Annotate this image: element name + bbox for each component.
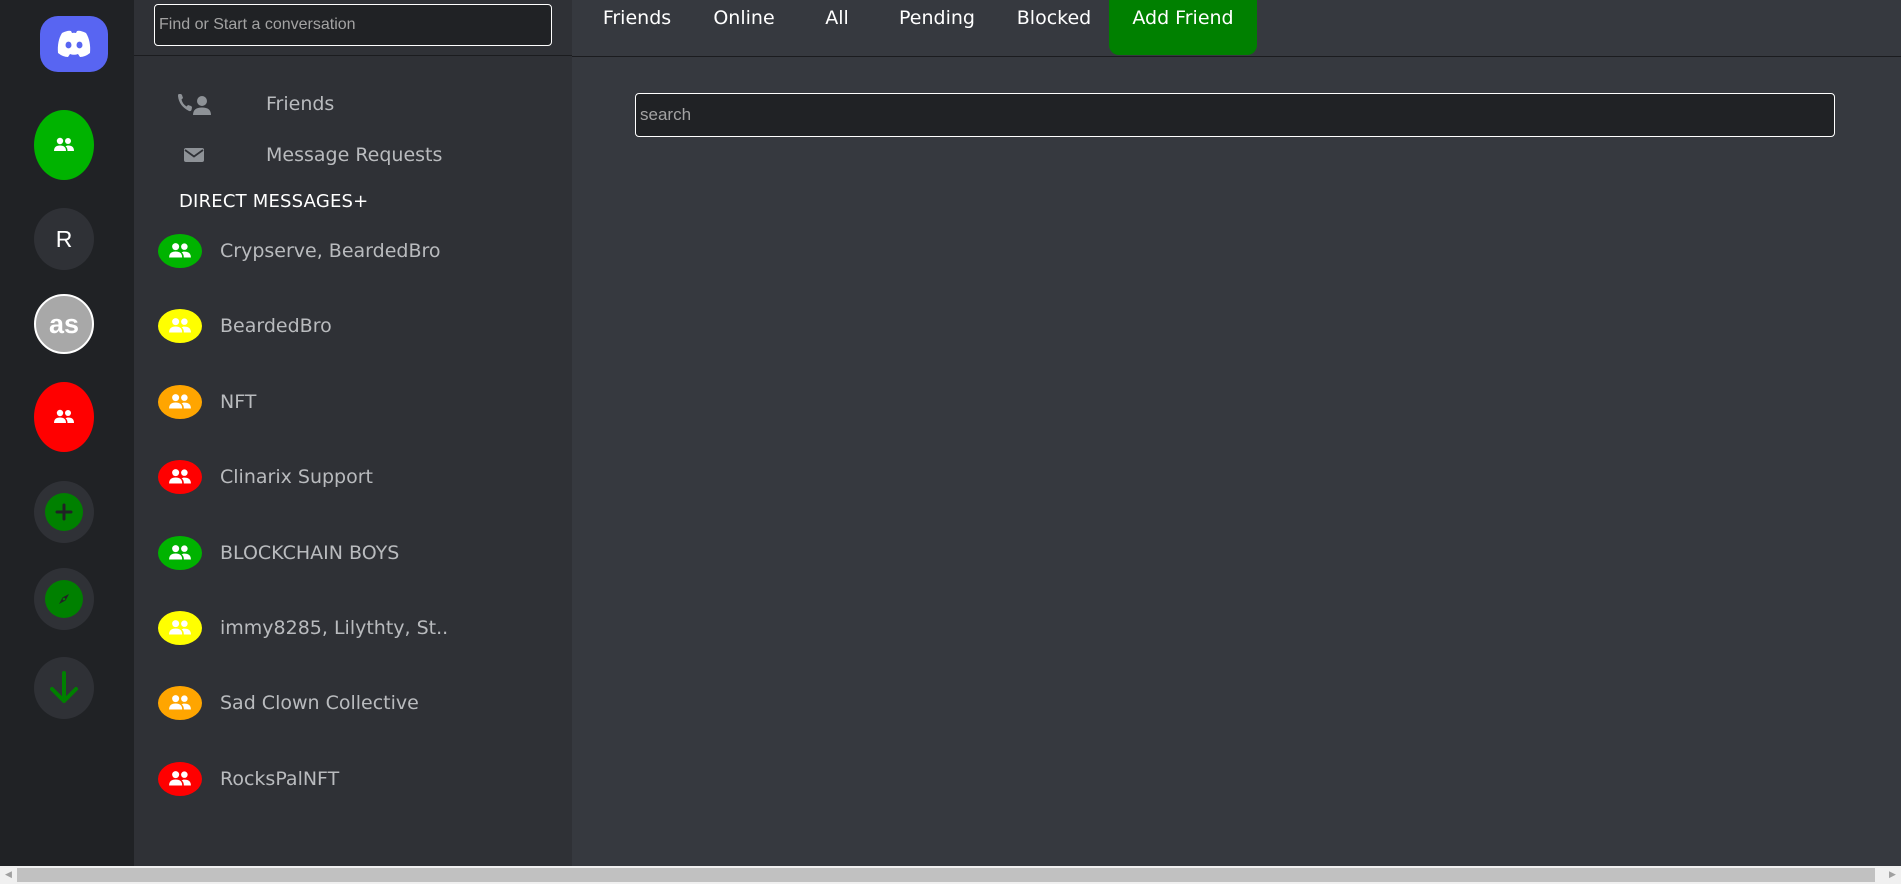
server-r-label: R bbox=[55, 225, 73, 252]
group-avatar bbox=[158, 611, 202, 645]
direct-messages-header[interactable]: DIRECT MESSAGES+ bbox=[179, 191, 368, 212]
add-server-badge bbox=[45, 493, 83, 531]
group-avatar bbox=[158, 536, 202, 570]
direct-messages-panel: Friends Message Requests DIRECT MESSAGES… bbox=[134, 0, 572, 866]
server-rail: R as bbox=[0, 0, 134, 866]
arrow-down-icon bbox=[50, 671, 78, 703]
nav-message-requests-label: Message Requests bbox=[266, 144, 443, 166]
conversation-name: NFT bbox=[220, 391, 257, 413]
group-avatar bbox=[158, 385, 202, 419]
phone-user-icon bbox=[174, 91, 214, 117]
nav-friends-label: Friends bbox=[266, 93, 335, 115]
conversation-item[interactable]: RocksPalNFT bbox=[158, 759, 558, 799]
conversation-name: immy8285, Lilythty, St.. bbox=[220, 617, 449, 639]
server-group-green[interactable] bbox=[34, 110, 94, 180]
tab-all[interactable]: All bbox=[804, 0, 870, 55]
users-icon bbox=[168, 770, 192, 788]
server-group-red[interactable] bbox=[34, 382, 94, 452]
group-avatar bbox=[158, 234, 202, 268]
conversation-name: Clinarix Support bbox=[220, 466, 373, 488]
users-icon bbox=[168, 468, 192, 486]
tab-friends[interactable]: Friends bbox=[590, 0, 684, 55]
users-icon bbox=[168, 242, 192, 260]
conversation-item[interactable]: NFT bbox=[158, 382, 558, 422]
conversation-name: BLOCKCHAIN BOYS bbox=[220, 542, 400, 564]
tab-add-friend[interactable]: Add Friend bbox=[1109, 0, 1257, 55]
conversation-item[interactable]: Sad Clown Collective bbox=[158, 683, 558, 723]
tab-online[interactable]: Online bbox=[700, 0, 788, 55]
conversation-item[interactable]: BeardedBro bbox=[158, 306, 558, 346]
discord-clone-app: R as Find or Start a conversation Friend… bbox=[0, 0, 1901, 866]
compass-icon bbox=[59, 594, 69, 604]
add-server-button[interactable] bbox=[34, 481, 94, 543]
find-conversation-input[interactable] bbox=[154, 4, 552, 46]
group-avatar bbox=[158, 686, 202, 720]
scroll-left-arrow-icon[interactable]: ◀ bbox=[0, 866, 17, 884]
friends-main-area: Friends Online All Pending Blocked Add F… bbox=[572, 0, 1901, 866]
group-avatar bbox=[158, 309, 202, 343]
nav-message-requests[interactable]: Message Requests bbox=[134, 135, 572, 175]
scrollbar-thumb[interactable] bbox=[17, 868, 1875, 882]
conversation-item[interactable]: Crypserve, BeardedBro bbox=[158, 231, 558, 271]
explore-servers-button[interactable] bbox=[34, 568, 94, 630]
explore-badge bbox=[45, 580, 83, 618]
conversation-item[interactable]: BLOCKCHAIN BOYS bbox=[158, 533, 558, 573]
conversation-name: RocksPalNFT bbox=[220, 768, 340, 790]
discord-logo-button[interactable] bbox=[40, 16, 108, 72]
server-r[interactable]: R bbox=[34, 208, 94, 270]
conversation-item[interactable]: immy8285, Lilythty, St.. bbox=[158, 608, 558, 648]
friends-tab-bar: Friends Online All Pending Blocked Add F… bbox=[572, 0, 1901, 57]
nav-friends[interactable]: Friends bbox=[134, 84, 572, 124]
envelope-icon bbox=[174, 147, 214, 163]
group-avatar bbox=[158, 460, 202, 494]
users-icon bbox=[54, 409, 74, 423]
users-icon bbox=[168, 619, 192, 637]
download-apps-button[interactable] bbox=[34, 657, 94, 719]
conversation-name: BeardedBro bbox=[220, 315, 332, 337]
tab-pending[interactable]: Pending bbox=[886, 0, 988, 55]
discord-logo-icon bbox=[57, 30, 91, 57]
users-icon bbox=[168, 544, 192, 562]
users-icon bbox=[168, 694, 192, 712]
dm-search-bar bbox=[134, 0, 572, 56]
plus-icon bbox=[55, 503, 73, 521]
conversation-item[interactable]: Clinarix Support bbox=[158, 457, 558, 497]
conversation-name: Crypserve, BeardedBro bbox=[220, 240, 441, 262]
conversation-name: Sad Clown Collective bbox=[220, 692, 419, 714]
horizontal-scrollbar[interactable]: ◀ ▶ bbox=[0, 866, 1901, 884]
users-icon bbox=[168, 317, 192, 335]
server-as[interactable]: as bbox=[34, 294, 94, 354]
group-avatar bbox=[158, 762, 202, 796]
scroll-right-arrow-icon[interactable]: ▶ bbox=[1884, 866, 1901, 884]
server-as-label: as bbox=[48, 308, 80, 339]
tab-blocked[interactable]: Blocked bbox=[1004, 0, 1104, 55]
users-icon bbox=[168, 393, 192, 411]
users-icon bbox=[54, 137, 74, 151]
friends-search-input[interactable] bbox=[635, 93, 1835, 137]
